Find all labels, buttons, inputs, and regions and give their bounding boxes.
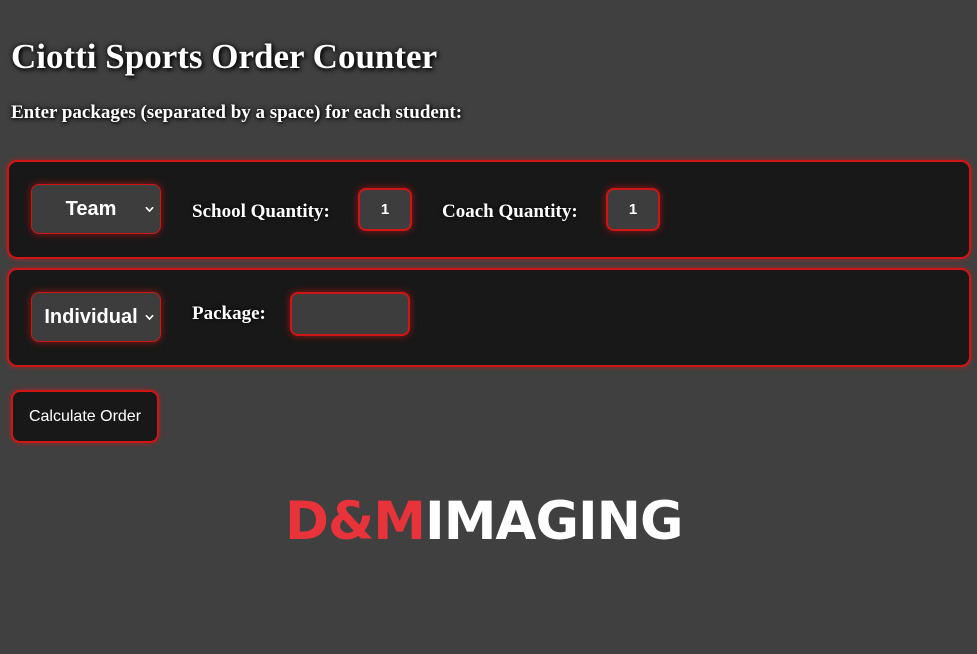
coach-quantity-label: Coach Quantity:: [442, 201, 578, 222]
instructions-text: Enter packages (separated by a space) fo…: [11, 102, 463, 123]
school-quantity-input[interactable]: 1: [358, 188, 412, 231]
student-type-select[interactable]: Team: [31, 184, 161, 234]
page-title: Ciotti Sports Order Counter: [11, 37, 438, 76]
student-row-individual: Individual Package:: [7, 268, 971, 367]
brand-logo-dm: D&M: [285, 491, 426, 552]
chevron-down-icon: [145, 314, 154, 320]
student-type-selected-value: Individual: [44, 305, 138, 328]
coach-quantity-input[interactable]: 1: [606, 188, 660, 231]
brand-logo-imaging: IMAGING: [424, 491, 684, 552]
student-row-team: Team School Quantity: 1 Coach Quantity: …: [7, 160, 971, 259]
student-type-select[interactable]: Individual: [31, 292, 161, 342]
chevron-down-icon: [145, 206, 154, 212]
package-label: Package:: [192, 303, 266, 324]
school-quantity-label: School Quantity:: [192, 201, 330, 222]
calculate-order-button[interactable]: Calculate Order: [11, 390, 159, 443]
brand-logo: D&M IMAGING: [285, 490, 684, 554]
student-type-selected-value: Team: [65, 197, 117, 220]
package-input[interactable]: [290, 292, 410, 336]
